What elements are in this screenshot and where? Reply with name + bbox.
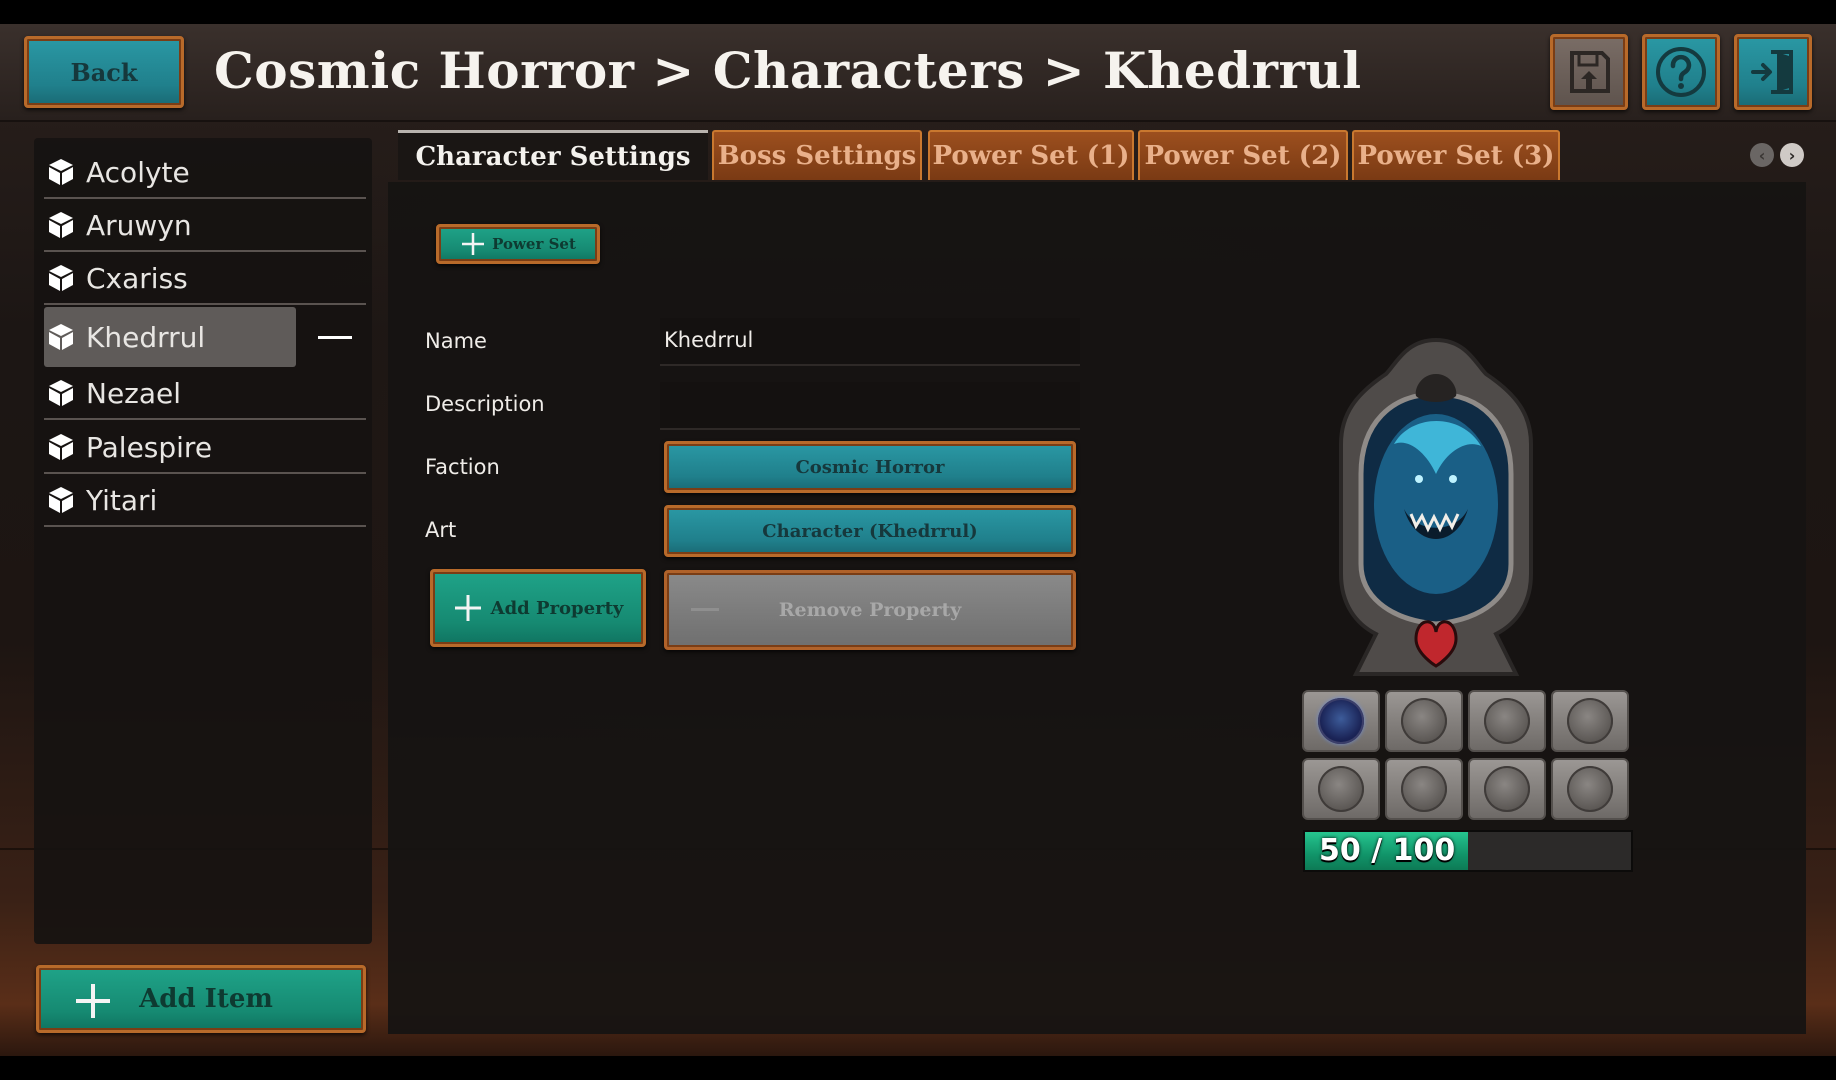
faction-select[interactable]: Cosmic Horror: [664, 441, 1076, 493]
empty-slot-icon: [1567, 766, 1613, 812]
empty-slot-icon: [1484, 698, 1530, 744]
minus-icon: [318, 335, 352, 339]
remove-property-label: Remove Property: [778, 599, 962, 621]
tab-power-set-2[interactable]: Power Set (2): [1138, 130, 1348, 180]
list-item[interactable]: Aruwyn: [44, 200, 366, 252]
add-item-button[interactable]: Add Item: [36, 965, 366, 1033]
ability-icon: [1318, 698, 1364, 744]
list-item[interactable]: Acolyte: [44, 147, 366, 199]
art-select[interactable]: Character (Khedrrul): [664, 505, 1076, 557]
list-item-label: Aruwyn: [86, 208, 192, 242]
minus-icon: [691, 608, 719, 611]
ability-slot[interactable]: [1551, 690, 1629, 752]
ability-slot[interactable]: [1302, 690, 1380, 752]
remove-item-button[interactable]: [316, 327, 354, 347]
plus-icon: [76, 984, 110, 1018]
name-field[interactable]: Khedrrul: [660, 318, 1080, 366]
list-item-label: Nezael: [86, 376, 182, 410]
cube-icon: [49, 487, 73, 513]
list-item-label: Yitari: [86, 483, 158, 517]
description-field[interactable]: [660, 382, 1080, 430]
health-text: 50 / 100: [1319, 833, 1456, 868]
empty-slot-icon: [1567, 698, 1613, 744]
health-bar: 50 / 100: [1303, 830, 1633, 872]
chevron-right-icon: ›: [1788, 145, 1796, 165]
add-item-label: Add Item: [139, 984, 273, 1014]
ability-slot[interactable]: [1468, 690, 1546, 752]
list-item-label: Palespire: [86, 430, 213, 464]
plus-icon: [454, 595, 481, 621]
ability-slot[interactable]: [1385, 758, 1463, 820]
cube-icon: [49, 265, 73, 291]
list-item[interactable]: Yitari: [44, 475, 366, 527]
back-button[interactable]: Back: [24, 36, 184, 108]
list-item[interactable]: Nezael: [44, 368, 366, 420]
list-item[interactable]: Cxariss: [44, 253, 366, 305]
list-item-label: Cxariss: [86, 261, 188, 295]
empty-slot-icon: [1318, 766, 1364, 812]
empty-slot-icon: [1401, 766, 1447, 812]
cube-icon: [49, 434, 73, 460]
ability-slot[interactable]: [1385, 690, 1463, 752]
add-property-label: Add Property: [490, 597, 624, 619]
cube-icon: [49, 212, 73, 238]
list-item-label: Acolyte: [86, 155, 190, 189]
ability-slot[interactable]: [1468, 758, 1546, 820]
faction-label: Faction: [425, 455, 500, 479]
empty-slot-icon: [1484, 766, 1530, 812]
ability-slot[interactable]: [1551, 758, 1629, 820]
list-item-selected[interactable]: Khedrrul: [44, 307, 296, 367]
ability-slot[interactable]: [1302, 758, 1380, 820]
cube-icon: [49, 324, 73, 350]
cube-icon: [49, 159, 73, 185]
help-icon: [1656, 47, 1706, 97]
tab-boss-settings[interactable]: Boss Settings: [712, 130, 922, 180]
tab-power-set-1[interactable]: Power Set (1): [928, 130, 1134, 180]
help-button[interactable]: [1642, 34, 1720, 110]
save-button[interactable]: [1550, 34, 1628, 110]
description-label: Description: [425, 392, 545, 416]
exit-button[interactable]: [1734, 34, 1812, 110]
save-icon: [1570, 51, 1610, 93]
add-power-set-button[interactable]: Power Set: [436, 224, 600, 264]
plus-icon: [462, 233, 485, 255]
tab-prev-arrow[interactable]: ‹: [1750, 143, 1774, 167]
cube-icon: [49, 380, 73, 406]
tab-power-set-3[interactable]: Power Set (3): [1352, 130, 1560, 180]
empty-slot-icon: [1401, 698, 1447, 744]
tab-next-arrow[interactable]: ›: [1780, 143, 1804, 167]
tab-character-settings[interactable]: Character Settings: [398, 130, 708, 180]
remove-property-button[interactable]: Remove Property: [664, 570, 1076, 650]
add-power-set-label: Power Set: [492, 235, 576, 253]
art-label: Art: [425, 518, 457, 542]
chevron-left-icon: ‹: [1758, 145, 1766, 165]
exit-icon: [1751, 50, 1793, 94]
name-label: Name: [425, 329, 487, 353]
list-item[interactable]: Palespire: [44, 422, 366, 474]
page-title: Cosmic Horror > Characters > Khedrrul: [214, 41, 1362, 100]
list-item-label: Khedrrul: [86, 320, 206, 354]
character-portrait: [1339, 337, 1533, 676]
add-property-button[interactable]: Add Property: [430, 569, 646, 647]
